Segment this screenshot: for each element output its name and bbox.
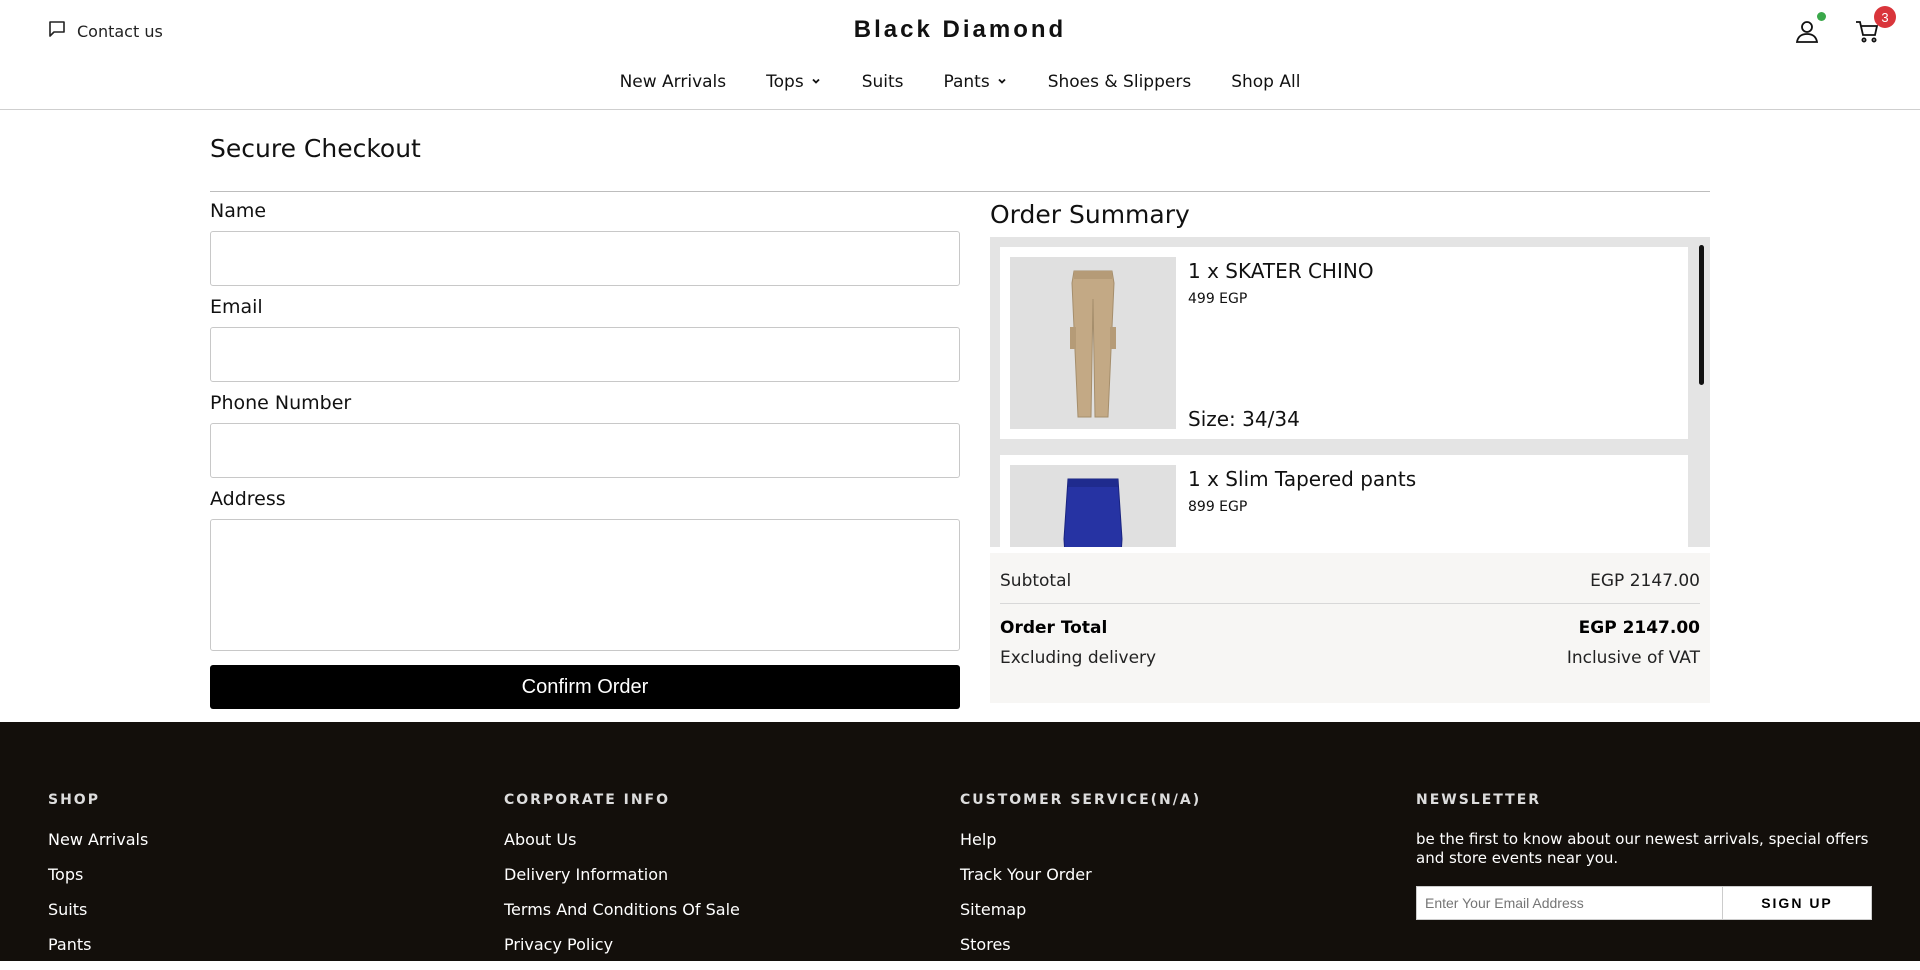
nav-new-arrivals[interactable]: New Arrivals (620, 72, 727, 92)
delivery-note: Excluding delivery (1000, 648, 1157, 668)
item-name: 1 x Slim Tapered pants (1188, 467, 1417, 491)
footer-newsletter-column: NEWSLETTER be the first to know about ou… (1416, 792, 1876, 920)
phone-field[interactable] (210, 423, 960, 478)
cart-items-list[interactable]: 1 x SKATER CHINO 499 EGP Size: 34/34 1 x… (990, 237, 1710, 547)
shopping-cart-icon (1854, 21, 1880, 48)
footer-link[interactable]: Stores (960, 935, 1201, 954)
phone-label: Phone Number (210, 392, 352, 414)
header-icons: 3 (1794, 6, 1896, 44)
name-label: Name (210, 200, 267, 222)
checkout-form: Name Email Phone Number Address Confirm … (210, 200, 960, 709)
address-field[interactable] (210, 519, 960, 651)
cart-count-badge: 3 (1874, 6, 1896, 28)
footer-link[interactable]: Track Your Order (960, 865, 1201, 884)
items-scrollbar[interactable] (1699, 245, 1704, 385)
footer-link[interactable]: About Us (504, 830, 740, 849)
footer-shop-column: SHOP New Arrivals Tops Suits Pants (48, 792, 148, 970)
page-title: Secure Checkout (210, 134, 421, 163)
order-total-row: Order Total EGP 2147.00 (1000, 618, 1700, 638)
order-total-label: Order Total (1000, 618, 1108, 638)
newsletter-email-input[interactable] (1416, 886, 1722, 920)
order-total-value: EGP 2147.00 (1578, 618, 1700, 638)
footer-heading: CORPORATE INFO (504, 792, 671, 808)
footer-corporate-column: CORPORATE INFO About Us Delivery Informa… (504, 792, 740, 970)
footer-link[interactable]: Tops (48, 865, 148, 884)
chevron-down-icon (810, 72, 822, 92)
item-price: 899 EGP (1188, 499, 1248, 515)
footer-link[interactable]: Terms And Conditions Of Sale (504, 900, 740, 919)
footer-link[interactable]: Privacy Policy (504, 935, 740, 954)
footer-link[interactable]: Pants (48, 935, 148, 954)
nav-label: New Arrivals (619, 72, 727, 92)
footer-heading: CUSTOMER SERVICE(N/A) (960, 792, 1202, 808)
totals-divider (1000, 603, 1700, 604)
online-status-dot (1817, 12, 1826, 21)
sign-up-button[interactable]: SIGN UP (1722, 886, 1872, 920)
nav-label: Shop All (1231, 72, 1301, 92)
main-nav: New Arrivals Tops Suits Pants Shoes & Sl… (0, 72, 1920, 92)
subtotal-label: Subtotal (1000, 571, 1072, 591)
user-icon (1794, 21, 1820, 48)
newsletter-form: SIGN UP (1416, 886, 1872, 920)
footer-link[interactable]: Delivery Information (504, 865, 740, 884)
email-label: Email (210, 296, 263, 318)
newsletter-text: be the first to know about our newest ar… (1416, 830, 1869, 867)
email-field[interactable] (210, 327, 960, 382)
item-name: 1 x SKATER CHINO (1188, 259, 1374, 283)
name-field[interactable] (210, 231, 960, 286)
nav-label: Shoes & Slippers (1047, 72, 1192, 92)
site-footer: SHOP New Arrivals Tops Suits Pants CORPO… (0, 722, 1920, 961)
footer-heading: NEWSLETTER (1416, 792, 1542, 808)
account-button[interactable] (1794, 12, 1826, 44)
item-size: Size: 34/34 (1188, 407, 1300, 431)
subtotal-row: Subtotal EGP 2147.00 (1000, 571, 1700, 591)
item-price: 499 EGP (1188, 291, 1248, 307)
order-summary-title: Order Summary (990, 200, 1190, 229)
nav-label: Pants (943, 72, 990, 92)
subtotal-value: EGP 2147.00 (1590, 571, 1700, 591)
notes-row: Excluding delivery Inclusive of VAT (1000, 648, 1700, 668)
vat-note: Inclusive of VAT (1566, 648, 1700, 668)
chat-bubble-icon (47, 19, 67, 43)
address-label: Address (210, 488, 286, 510)
cart-item: 1 x Slim Tapered pants 899 EGP (1000, 455, 1688, 547)
nav-shoes-slippers[interactable]: Shoes & Slippers (1048, 72, 1191, 92)
footer-link[interactable]: Sitemap (960, 900, 1201, 919)
brand-logo: Black Diamond (853, 16, 1067, 43)
site-header: Contact us Black Diamond 3 New Arrivals … (0, 0, 1920, 110)
contact-us-label: Contact us (77, 21, 163, 41)
nav-label: Tops (766, 72, 804, 92)
footer-link[interactable]: Suits (48, 900, 148, 919)
confirm-order-button[interactable]: Confirm Order (210, 665, 960, 709)
footer-service-column: CUSTOMER SERVICE(N/A) Help Track Your Or… (960, 792, 1201, 970)
footer-link[interactable]: New Arrivals (48, 830, 148, 849)
chevron-down-icon (996, 72, 1008, 92)
nav-shop-all[interactable]: Shop All (1231, 72, 1300, 92)
nav-tops[interactable]: Tops (766, 72, 822, 92)
contact-us-link[interactable]: Contact us (47, 19, 163, 43)
title-divider (210, 191, 1710, 192)
cart-button[interactable]: 3 (1854, 6, 1896, 44)
product-image (1010, 465, 1176, 547)
nav-suits[interactable]: Suits (862, 72, 904, 92)
product-image (1010, 257, 1176, 429)
nav-label: Suits (861, 72, 904, 92)
footer-heading: SHOP (48, 792, 100, 808)
nav-pants[interactable]: Pants (944, 72, 1008, 92)
order-totals: Subtotal EGP 2147.00 Order Total EGP 214… (990, 553, 1710, 703)
cart-item: 1 x SKATER CHINO 499 EGP Size: 34/34 (1000, 247, 1688, 439)
footer-link[interactable]: Help (960, 830, 1201, 849)
